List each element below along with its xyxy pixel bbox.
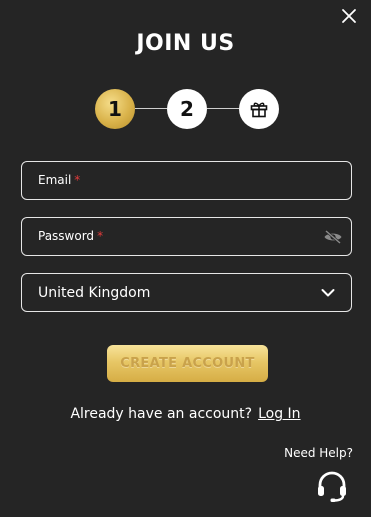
close-icon[interactable] bbox=[340, 7, 358, 25]
page-title: JOIN US bbox=[136, 31, 235, 56]
email-label: Email * bbox=[38, 173, 80, 187]
signup-stepper: 1 2 bbox=[95, 89, 279, 129]
gift-icon bbox=[250, 102, 268, 118]
create-account-button[interactable]: CREATE ACCOUNT bbox=[107, 345, 268, 382]
country-value: United Kingdom bbox=[38, 285, 151, 301]
step-connector bbox=[207, 108, 239, 109]
step-2: 2 bbox=[167, 89, 207, 129]
step-connector bbox=[135, 108, 167, 109]
step-1: 1 bbox=[95, 89, 135, 129]
headset-icon[interactable] bbox=[315, 469, 349, 503]
required-mark: * bbox=[74, 173, 81, 187]
password-field[interactable]: Password * bbox=[21, 217, 352, 256]
required-mark: * bbox=[97, 229, 104, 243]
email-label-text: Email bbox=[38, 173, 72, 187]
email-field[interactable]: Email * bbox=[21, 161, 352, 200]
eye-off-icon[interactable] bbox=[323, 229, 343, 245]
login-prompt-text: Already have an account? bbox=[70, 406, 253, 422]
login-prompt: Already have an account? Log In bbox=[0, 406, 371, 422]
country-select[interactable]: United Kingdom bbox=[21, 273, 352, 312]
need-help-label: Need Help? bbox=[284, 446, 353, 460]
chevron-down-icon bbox=[321, 289, 335, 297]
step-3 bbox=[239, 89, 279, 129]
password-label-text: Password bbox=[38, 229, 95, 243]
login-link[interactable]: Log In bbox=[258, 406, 300, 422]
join-modal: JOIN US 1 2 Email * Password * United Ki… bbox=[0, 0, 371, 517]
password-label: Password * bbox=[38, 229, 103, 243]
